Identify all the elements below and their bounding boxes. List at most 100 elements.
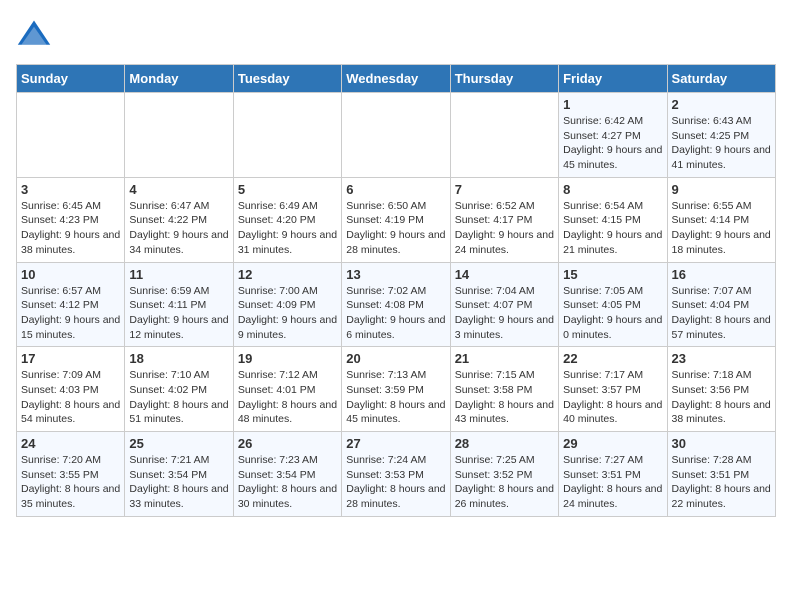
day-info: Sunrise: 7:04 AM Sunset: 4:07 PM Dayligh…: [455, 284, 554, 343]
day-info: Sunrise: 6:42 AM Sunset: 4:27 PM Dayligh…: [563, 114, 662, 173]
day-number: 13: [346, 267, 445, 282]
day-cell: 21 Sunrise: 7:15 AM Sunset: 3:58 PM Dayli…: [450, 347, 558, 432]
day-number: 1: [563, 97, 662, 112]
day-cell: 12Sunrise: 7:00 AM Sunset: 4:09 PM Dayli…: [233, 262, 341, 347]
day-info: Sunrise: 7:21 AM Sunset: 3:54 PM Dayligh…: [129, 453, 228, 512]
day-cell: 15Sunrise: 7:05 AM Sunset: 4:05 PM Dayli…: [559, 262, 667, 347]
day-number: 29: [563, 436, 662, 451]
day-cell: 24 Sunrise: 7:20 AM Sunset: 3:55 PM Dayli…: [17, 432, 125, 517]
day-cell: 2 Sunrise: 6:43 AM Sunset: 4:25 PM Daylig…: [667, 93, 775, 178]
day-number: 18: [129, 351, 228, 366]
day-number: 17: [21, 351, 120, 366]
day-cell: 26Sunrise: 7:23 AM Sunset: 3:54 PM Dayli…: [233, 432, 341, 517]
day-cell: 14 Sunrise: 7:04 AM Sunset: 4:07 PM Dayli…: [450, 262, 558, 347]
day-cell: 19 Sunrise: 7:12 AM Sunset: 4:01 PM Dayli…: [233, 347, 341, 432]
day-cell: 23 Sunrise: 7:18 AM Sunset: 3:56 PM Dayli…: [667, 347, 775, 432]
day-number: 14: [455, 267, 554, 282]
day-cell: 13 Sunrise: 7:02 AM Sunset: 4:08 PM Dayli…: [342, 262, 450, 347]
calendar-body: 1 Sunrise: 6:42 AM Sunset: 4:27 PM Daylig…: [17, 93, 776, 517]
week-row-0: 1 Sunrise: 6:42 AM Sunset: 4:27 PM Daylig…: [17, 93, 776, 178]
day-info: Sunrise: 6:50 AM Sunset: 4:19 PM Dayligh…: [346, 199, 445, 258]
day-number: 22: [563, 351, 662, 366]
col-header-wednesday: Wednesday: [342, 65, 450, 93]
day-cell: 17 Sunrise: 7:09 AM Sunset: 4:03 PM Dayli…: [17, 347, 125, 432]
day-cell: 6Sunrise: 6:50 AM Sunset: 4:19 PM Daylig…: [342, 177, 450, 262]
day-info: Sunrise: 6:43 AM Sunset: 4:25 PM Dayligh…: [672, 114, 771, 173]
day-info: Sunrise: 6:59 AM Sunset: 4:11 PM Dayligh…: [129, 284, 228, 343]
day-info: Sunrise: 7:02 AM Sunset: 4:08 PM Dayligh…: [346, 284, 445, 343]
col-header-friday: Friday: [559, 65, 667, 93]
day-number: 28: [455, 436, 554, 451]
day-number: 16: [672, 267, 771, 282]
day-info: Sunrise: 7:27 AM Sunset: 3:51 PM Dayligh…: [563, 453, 662, 512]
day-number: 9: [672, 182, 771, 197]
day-info: Sunrise: 6:54 AM Sunset: 4:15 PM Dayligh…: [563, 199, 662, 258]
day-cell: 4 Sunrise: 6:47 AM Sunset: 4:22 PM Daylig…: [125, 177, 233, 262]
col-header-monday: Monday: [125, 65, 233, 93]
col-header-saturday: Saturday: [667, 65, 775, 93]
day-cell: [125, 93, 233, 178]
day-number: 21: [455, 351, 554, 366]
day-number: 4: [129, 182, 228, 197]
day-cell: 1 Sunrise: 6:42 AM Sunset: 4:27 PM Daylig…: [559, 93, 667, 178]
day-cell: [17, 93, 125, 178]
week-row-1: 3 Sunrise: 6:45 AM Sunset: 4:23 PM Daylig…: [17, 177, 776, 262]
day-number: 19: [238, 351, 337, 366]
day-cell: 22 Sunrise: 7:17 AM Sunset: 3:57 PM Dayli…: [559, 347, 667, 432]
col-header-thursday: Thursday: [450, 65, 558, 93]
day-cell: 29 Sunrise: 7:27 AM Sunset: 3:51 PM Dayli…: [559, 432, 667, 517]
day-info: Sunrise: 7:17 AM Sunset: 3:57 PM Dayligh…: [563, 368, 662, 427]
day-cell: 28 Sunrise: 7:25 AM Sunset: 3:52 PM Dayli…: [450, 432, 558, 517]
day-info: Sunrise: 7:20 AM Sunset: 3:55 PM Dayligh…: [21, 453, 120, 512]
day-info: Sunrise: 6:57 AM Sunset: 4:12 PM Dayligh…: [21, 284, 120, 343]
day-info: Sunrise: 7:15 AM Sunset: 3:58 PM Dayligh…: [455, 368, 554, 427]
day-cell: [450, 93, 558, 178]
day-cell: 30Sunrise: 7:28 AM Sunset: 3:51 PM Dayli…: [667, 432, 775, 517]
day-info: Sunrise: 6:47 AM Sunset: 4:22 PM Dayligh…: [129, 199, 228, 258]
day-info: Sunrise: 7:10 AM Sunset: 4:02 PM Dayligh…: [129, 368, 228, 427]
logo: [16, 16, 56, 52]
day-number: 25: [129, 436, 228, 451]
day-info: Sunrise: 7:07 AM Sunset: 4:04 PM Dayligh…: [672, 284, 771, 343]
day-cell: 11 Sunrise: 6:59 AM Sunset: 4:11 PM Dayli…: [125, 262, 233, 347]
day-cell: 16 Sunrise: 7:07 AM Sunset: 4:04 PM Dayli…: [667, 262, 775, 347]
day-cell: 7 Sunrise: 6:52 AM Sunset: 4:17 PM Daylig…: [450, 177, 558, 262]
day-cell: 5Sunrise: 6:49 AM Sunset: 4:20 PM Daylig…: [233, 177, 341, 262]
day-cell: 27Sunrise: 7:24 AM Sunset: 3:53 PM Dayli…: [342, 432, 450, 517]
day-number: 11: [129, 267, 228, 282]
day-info: Sunrise: 7:05 AM Sunset: 4:05 PM Dayligh…: [563, 284, 662, 343]
day-info: Sunrise: 7:28 AM Sunset: 3:51 PM Dayligh…: [672, 453, 771, 512]
day-cell: 9Sunrise: 6:55 AM Sunset: 4:14 PM Daylig…: [667, 177, 775, 262]
day-info: Sunrise: 6:52 AM Sunset: 4:17 PM Dayligh…: [455, 199, 554, 258]
day-info: Sunrise: 6:49 AM Sunset: 4:20 PM Dayligh…: [238, 199, 337, 258]
day-info: Sunrise: 7:23 AM Sunset: 3:54 PM Dayligh…: [238, 453, 337, 512]
day-number: 10: [21, 267, 120, 282]
col-header-sunday: Sunday: [17, 65, 125, 93]
calendar-header: SundayMondayTuesdayWednesdayThursdayFrid…: [17, 65, 776, 93]
day-cell: [342, 93, 450, 178]
day-cell: 18 Sunrise: 7:10 AM Sunset: 4:02 PM Dayli…: [125, 347, 233, 432]
day-number: 24: [21, 436, 120, 451]
day-cell: 3 Sunrise: 6:45 AM Sunset: 4:23 PM Daylig…: [17, 177, 125, 262]
day-number: 20: [346, 351, 445, 366]
col-header-tuesday: Tuesday: [233, 65, 341, 93]
day-number: 7: [455, 182, 554, 197]
week-row-2: 10 Sunrise: 6:57 AM Sunset: 4:12 PM Dayli…: [17, 262, 776, 347]
day-cell: [233, 93, 341, 178]
day-number: 12: [238, 267, 337, 282]
logo-icon: [16, 16, 52, 52]
day-cell: 25 Sunrise: 7:21 AM Sunset: 3:54 PM Dayli…: [125, 432, 233, 517]
day-info: Sunrise: 7:18 AM Sunset: 3:56 PM Dayligh…: [672, 368, 771, 427]
day-cell: 20Sunrise: 7:13 AM Sunset: 3:59 PM Dayli…: [342, 347, 450, 432]
day-number: 2: [672, 97, 771, 112]
day-info: Sunrise: 7:09 AM Sunset: 4:03 PM Dayligh…: [21, 368, 120, 427]
day-cell: 10 Sunrise: 6:57 AM Sunset: 4:12 PM Dayli…: [17, 262, 125, 347]
day-info: Sunrise: 7:25 AM Sunset: 3:52 PM Dayligh…: [455, 453, 554, 512]
day-number: 27: [346, 436, 445, 451]
day-info: Sunrise: 6:45 AM Sunset: 4:23 PM Dayligh…: [21, 199, 120, 258]
day-cell: 8Sunrise: 6:54 AM Sunset: 4:15 PM Daylig…: [559, 177, 667, 262]
day-info: Sunrise: 7:12 AM Sunset: 4:01 PM Dayligh…: [238, 368, 337, 427]
header-row: SundayMondayTuesdayWednesdayThursdayFrid…: [17, 65, 776, 93]
day-number: 23: [672, 351, 771, 366]
day-number: 3: [21, 182, 120, 197]
